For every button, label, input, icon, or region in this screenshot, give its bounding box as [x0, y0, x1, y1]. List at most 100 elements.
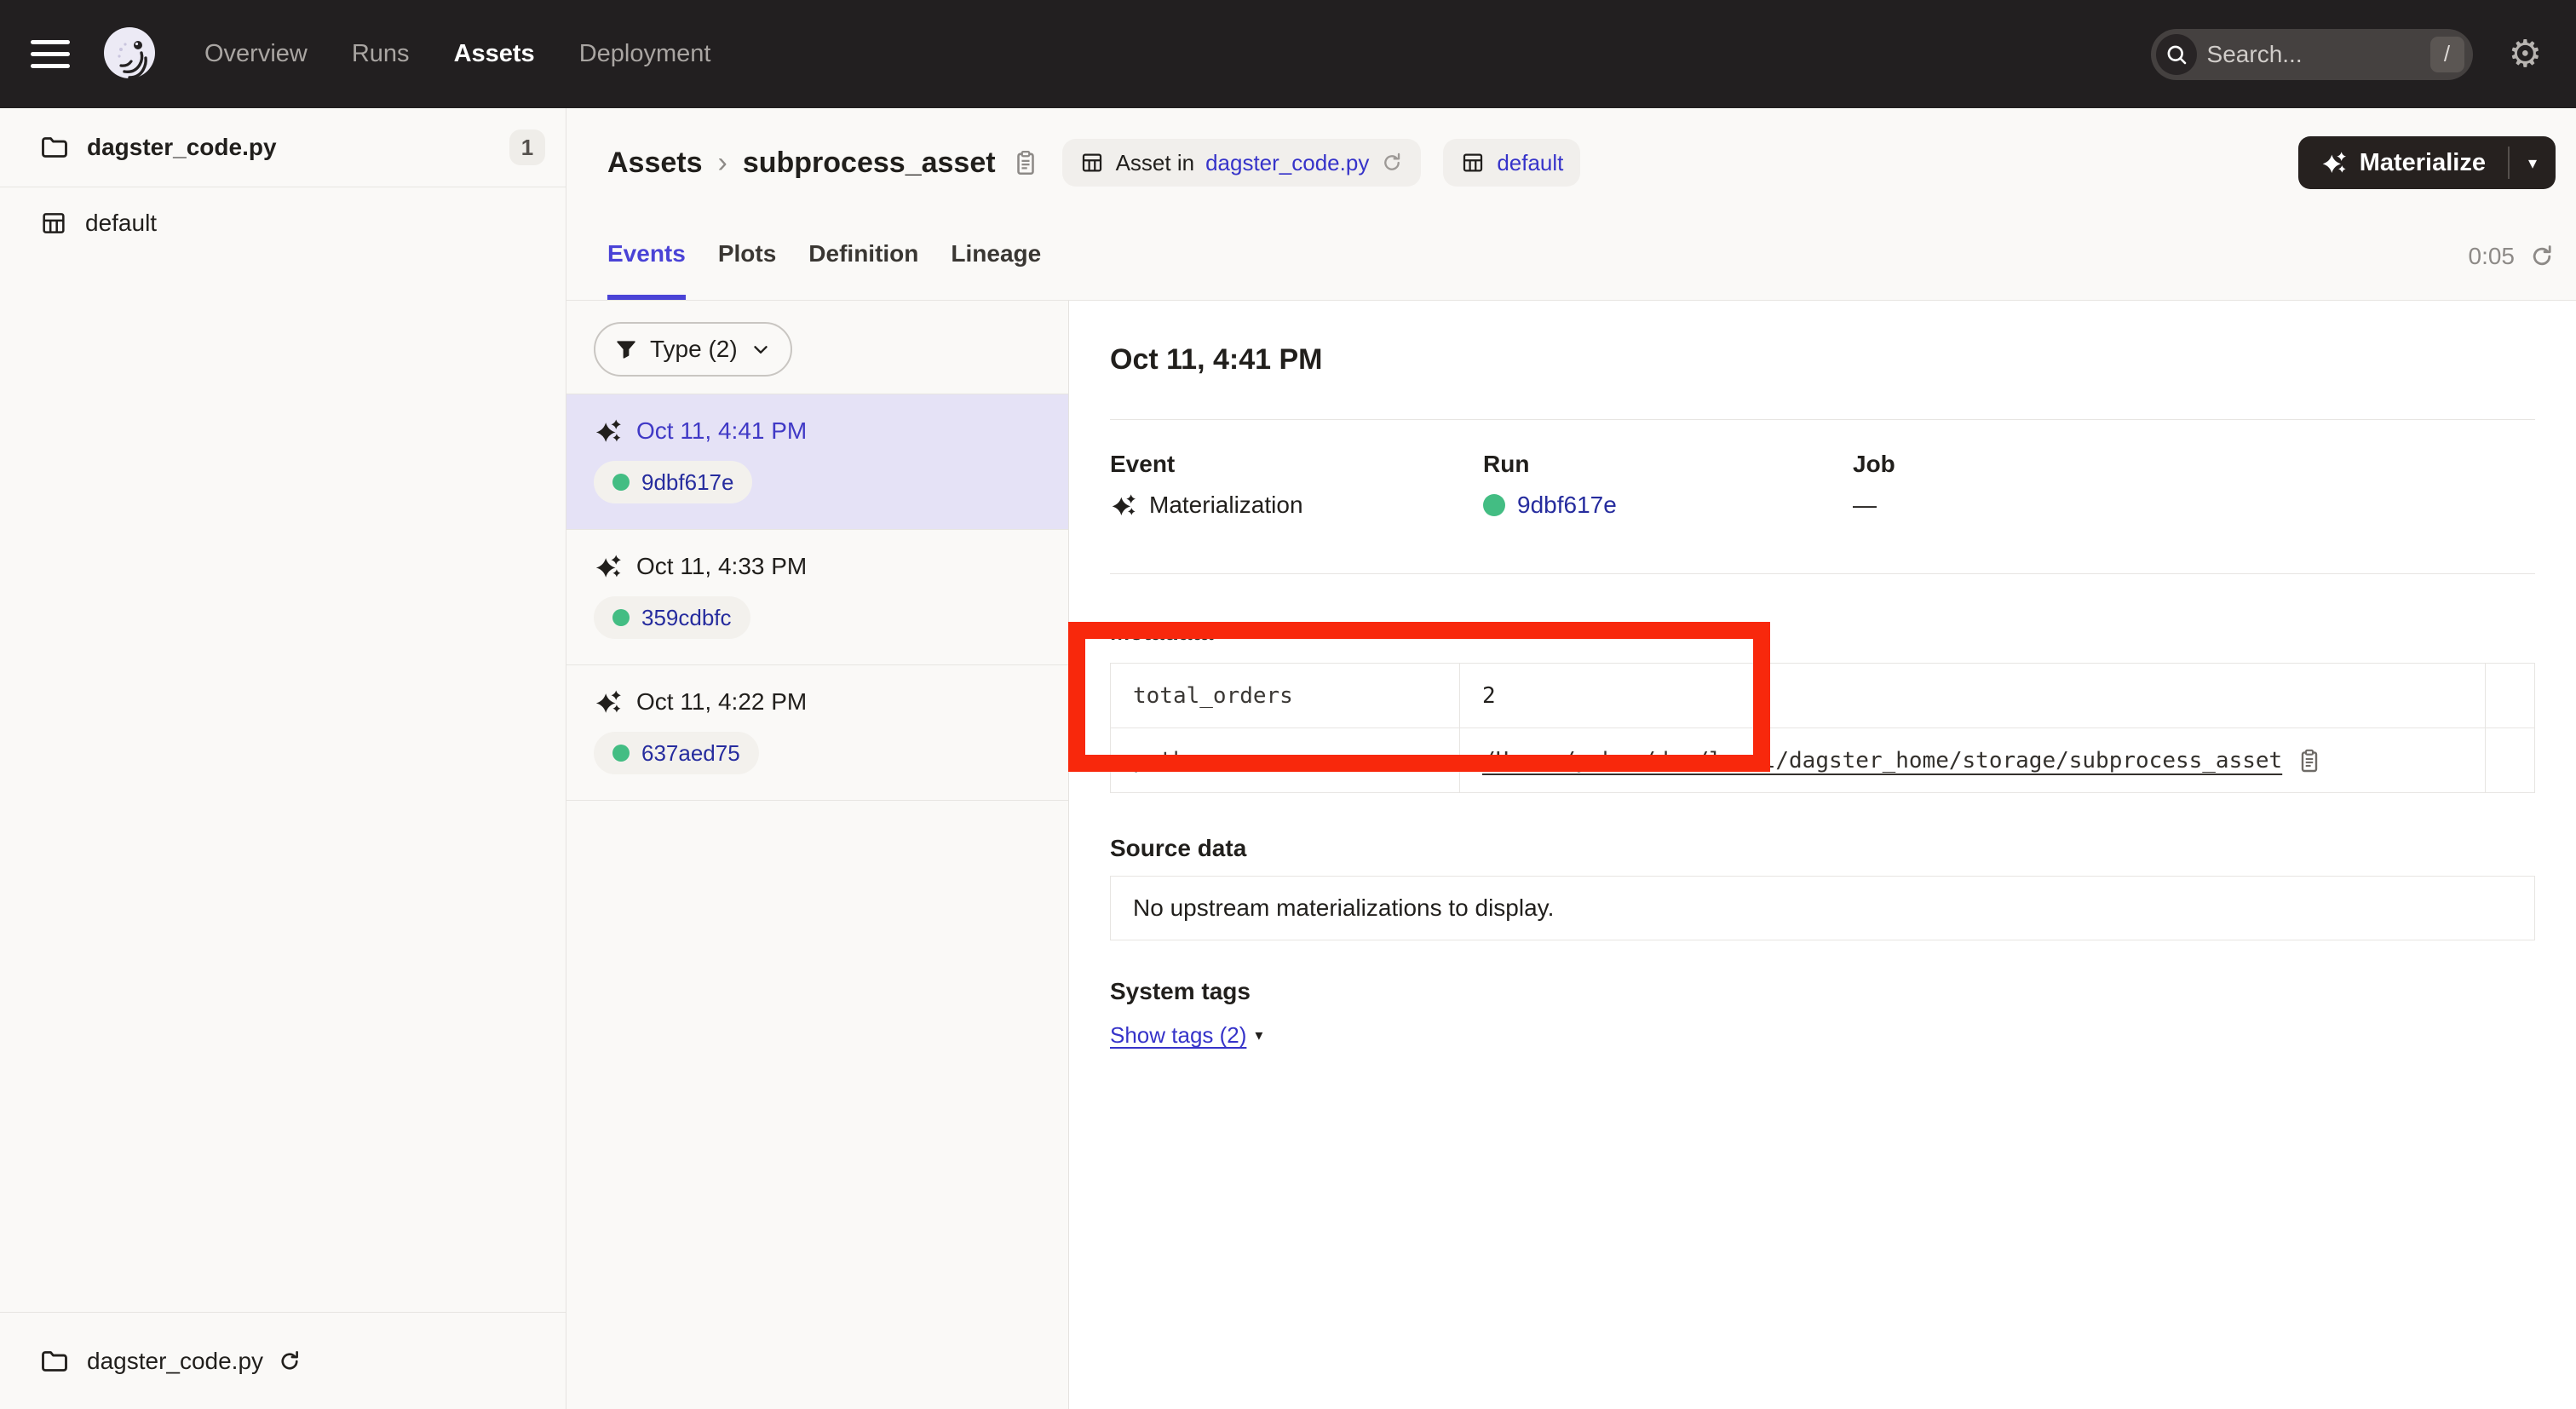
- reload-icon[interactable]: [277, 1349, 302, 1374]
- run-label: Run: [1483, 451, 1853, 478]
- group-chip-label[interactable]: default: [1497, 150, 1563, 176]
- metadata-value: 2: [1460, 664, 2486, 728]
- refresh-countdown: 0:05: [2469, 243, 2516, 270]
- tab-plots[interactable]: Plots: [718, 212, 776, 300]
- chip-code-location-link[interactable]: dagster_code.py: [1205, 150, 1369, 176]
- event-detail-pane: Oct 11, 4:41 PM Event Materia: [1069, 301, 2576, 1409]
- job-value: —: [1853, 492, 1877, 519]
- event-timestamp: Oct 11, 4:41 PM: [636, 417, 807, 445]
- materialization-sparkle-icon: [594, 552, 623, 581]
- code-location-label: dagster_code.py: [87, 134, 277, 161]
- run-link[interactable]: 359cdbfc: [594, 596, 750, 639]
- nav-assets[interactable]: Assets: [454, 40, 535, 68]
- source-data-heading: Source data: [1110, 835, 2535, 862]
- type-filter-button[interactable]: Type (2): [594, 322, 792, 377]
- folder-icon: [39, 132, 70, 163]
- metadata-key: path: [1111, 728, 1460, 793]
- summary-job-col: Job —: [1853, 451, 2535, 519]
- event-timestamp: Oct 11, 4:33 PM: [636, 553, 807, 580]
- materialize-dropdown-caret[interactable]: ▾: [2510, 136, 2556, 189]
- materialization-sparkle-icon: [594, 687, 623, 716]
- source-data-empty-message: No upstream materializations to display.: [1133, 894, 1554, 922]
- event-label: Event: [1110, 451, 1483, 478]
- refresh-icon[interactable]: [2528, 243, 2556, 270]
- materialize-label: Materialize: [2360, 149, 2486, 177]
- global-search[interactable]: /: [2151, 29, 2473, 80]
- breadcrumb-assets[interactable]: Assets: [607, 147, 703, 180]
- primary-nav: Overview Runs Assets Deployment: [204, 40, 710, 68]
- tab-events[interactable]: Events: [607, 212, 686, 300]
- run-link[interactable]: 9dbf617e: [594, 461, 752, 503]
- run-id: 9dbf617e: [641, 469, 733, 496]
- folder-icon: [39, 1346, 70, 1377]
- asset-table-icon: [1079, 150, 1105, 175]
- sidebar-item-code-location[interactable]: dagster_code.py 1: [0, 108, 566, 187]
- source-data-empty-state: No upstream materializations to display.: [1110, 876, 2535, 940]
- event-list-panel: Type (2): [566, 301, 1069, 1409]
- sidebar-item-default-group[interactable]: default: [0, 193, 566, 254]
- metadata-key: total_orders: [1111, 664, 1460, 728]
- summary-event-col: Event Materialization: [1110, 451, 1483, 519]
- event-list-item[interactable]: Oct 11, 4:33 PM 359cdbfc: [566, 529, 1068, 664]
- run-status-dot: [612, 474, 630, 491]
- asset-group-icon: [39, 209, 68, 238]
- job-label: Job: [1853, 451, 2535, 478]
- summary-run-col: Run 9dbf617e: [1483, 451, 1853, 519]
- run-id: 359cdbfc: [641, 605, 732, 631]
- breadcrumb-separator: ›: [718, 147, 727, 180]
- footer-code-location-label: dagster_code.py: [87, 1348, 263, 1375]
- copy-asset-name-icon[interactable]: [1011, 148, 1040, 177]
- chip-prefix: Asset in: [1116, 150, 1195, 176]
- table-row: total_orders 2: [1111, 664, 2535, 728]
- event-list-item[interactable]: Oct 11, 4:22 PM 637aed75: [566, 664, 1068, 801]
- show-tags-toggle[interactable]: Show tags (2) ▾: [1110, 1022, 1262, 1049]
- show-tags-label: Show tags (2): [1110, 1022, 1246, 1049]
- tab-lineage[interactable]: Lineage: [951, 212, 1041, 300]
- caret-down-icon: ▾: [1255, 1027, 1262, 1044]
- sidebar-footer-code-location[interactable]: dagster_code.py: [0, 1312, 566, 1409]
- nav-overview[interactable]: Overview: [204, 40, 308, 68]
- group-chip-default[interactable]: default: [1443, 139, 1580, 187]
- nav-runs[interactable]: Runs: [352, 40, 410, 68]
- event-timestamp: Oct 11, 4:22 PM: [636, 688, 807, 716]
- top-navigation-bar: Overview Runs Assets Deployment / ⚙: [0, 0, 2576, 108]
- materialize-button[interactable]: Materialize: [2298, 136, 2508, 189]
- metadata-heading: Metadata: [1110, 618, 2535, 646]
- metadata-table: total_orders 2 path /Users/yuhan/dev/loc…: [1110, 663, 2535, 793]
- system-tags-heading: System tags: [1110, 978, 2535, 1005]
- nav-deployment[interactable]: Deployment: [579, 40, 711, 68]
- auto-refresh-control: 0:05: [2469, 212, 2556, 300]
- run-link[interactable]: 637aed75: [594, 732, 759, 774]
- asset-header: Assets › subprocess_asset: [566, 108, 2576, 212]
- breadcrumb-asset-name: subprocess_asset: [743, 147, 996, 180]
- run-status-dot: [612, 609, 630, 626]
- dagster-logo[interactable]: [99, 24, 160, 85]
- search-input[interactable]: [2197, 41, 2430, 68]
- hamburger-menu-icon[interactable]: [31, 40, 70, 68]
- search-icon: [2156, 34, 2197, 75]
- table-row: path /Users/yuhan/dev/local/dagster_home…: [1111, 728, 2535, 793]
- filter-funnel-icon: [614, 337, 638, 361]
- dagster-asset-events-page: Overview Runs Assets Deployment / ⚙ dags…: [0, 0, 2576, 1409]
- sparkle-icon: [2320, 149, 2348, 176]
- materialize-button-group: Materialize ▾: [2298, 136, 2556, 189]
- run-id-link[interactable]: 9dbf617e: [1517, 492, 1617, 519]
- search-shortcut-key: /: [2430, 37, 2464, 72]
- asset-count-badge: 1: [509, 129, 545, 165]
- materialization-sparkle-icon: [594, 417, 623, 446]
- asset-tabs: Events Plots Definition Lineage 0:05: [566, 212, 2576, 301]
- type-filter-label: Type (2): [650, 336, 738, 363]
- group-label: default: [85, 210, 157, 237]
- run-status-dot: [1483, 494, 1505, 516]
- settings-gear-icon[interactable]: ⚙: [2509, 36, 2542, 73]
- metadata-path-link[interactable]: /Users/yuhan/dev/local/dagster_home/stor…: [1482, 748, 2282, 774]
- copy-path-icon[interactable]: [2296, 747, 2323, 774]
- event-list-item[interactable]: Oct 11, 4:41 PM 9dbf617e: [566, 394, 1068, 529]
- asset-groups-sidebar: dagster_code.py 1 default dagster_code.p…: [0, 108, 566, 1409]
- reload-definition-icon[interactable]: [1380, 151, 1404, 175]
- tab-definition[interactable]: Definition: [808, 212, 918, 300]
- chevron-down-icon: [750, 338, 772, 360]
- run-status-dot: [612, 745, 630, 762]
- event-detail-title: Oct 11, 4:41 PM: [1110, 343, 2535, 377]
- asset-definition-chip[interactable]: Asset in dagster_code.py: [1062, 139, 1422, 187]
